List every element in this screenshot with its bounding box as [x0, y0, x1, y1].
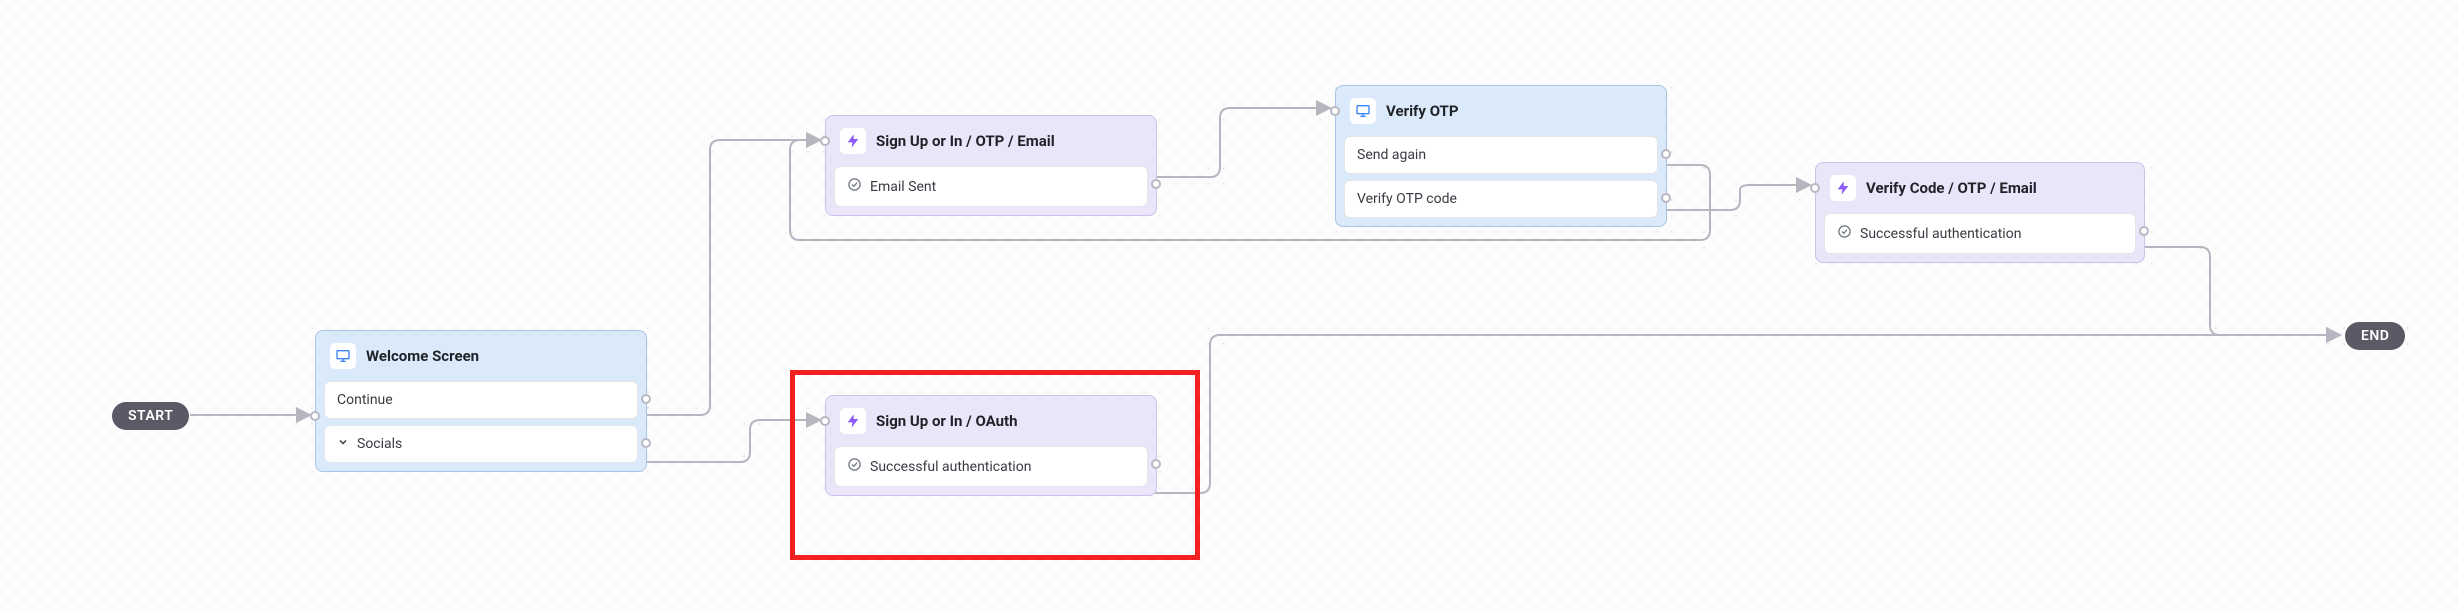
node-header: Sign Up or In / OTP / Email — [826, 116, 1156, 166]
port-out — [2139, 226, 2149, 236]
node-header: Verify Code / OTP / Email — [1816, 163, 2144, 213]
port-out — [1661, 193, 1671, 203]
port-out — [641, 438, 651, 448]
node-title: Sign Up or In / OTP / Email — [876, 132, 1055, 150]
node-verify-code-email[interactable]: Verify Code / OTP / Email Successful aut… — [1815, 162, 2145, 263]
row-label: Send again — [1357, 147, 1426, 163]
monitor-icon — [330, 343, 356, 369]
end-pill: END — [2345, 322, 2405, 350]
chevron-down-icon — [337, 436, 349, 452]
row-success-auth[interactable]: Successful authentication — [1824, 213, 2136, 254]
node-title: Welcome Screen — [366, 347, 479, 365]
start-pill: START — [112, 402, 189, 430]
row-email-sent[interactable]: Email Sent — [834, 166, 1148, 207]
node-signup-otp-email[interactable]: Sign Up or In / OTP / Email Email Sent — [825, 115, 1157, 216]
bolt-icon — [1830, 175, 1856, 201]
start-label: START — [128, 408, 173, 424]
node-welcome-screen[interactable]: Welcome Screen Continue Socials — [315, 330, 647, 472]
port-out — [641, 394, 651, 404]
node-title: Verify Code / OTP / Email — [1866, 179, 2037, 197]
row-socials[interactable]: Socials — [324, 425, 638, 463]
node-header: Welcome Screen — [316, 331, 646, 381]
check-circle-icon — [1837, 224, 1852, 243]
port-in — [820, 136, 830, 146]
row-label: Email Sent — [870, 179, 936, 195]
port-in — [1330, 106, 1340, 116]
port-out — [1151, 179, 1161, 189]
row-send-again[interactable]: Send again — [1344, 136, 1658, 174]
bolt-icon — [840, 128, 866, 154]
row-verify-code[interactable]: Verify OTP code — [1344, 180, 1658, 218]
port-out — [1661, 149, 1671, 159]
row-label: Continue — [337, 392, 393, 408]
node-verify-otp[interactable]: Verify OTP Send again Verify OTP code — [1335, 85, 1667, 227]
port-in — [1810, 183, 1820, 193]
end-label: END — [2361, 328, 2389, 344]
row-label: Successful authentication — [1860, 226, 2021, 242]
node-title: Verify OTP — [1386, 102, 1459, 120]
row-label: Socials — [357, 436, 402, 452]
check-circle-icon — [847, 177, 862, 196]
row-label: Verify OTP code — [1357, 191, 1457, 207]
highlight-box — [790, 370, 1200, 560]
port-in — [310, 411, 320, 421]
monitor-icon — [1350, 98, 1376, 124]
node-header: Verify OTP — [1336, 86, 1666, 136]
flow-edges — [0, 0, 2458, 612]
row-continue[interactable]: Continue — [324, 381, 638, 419]
